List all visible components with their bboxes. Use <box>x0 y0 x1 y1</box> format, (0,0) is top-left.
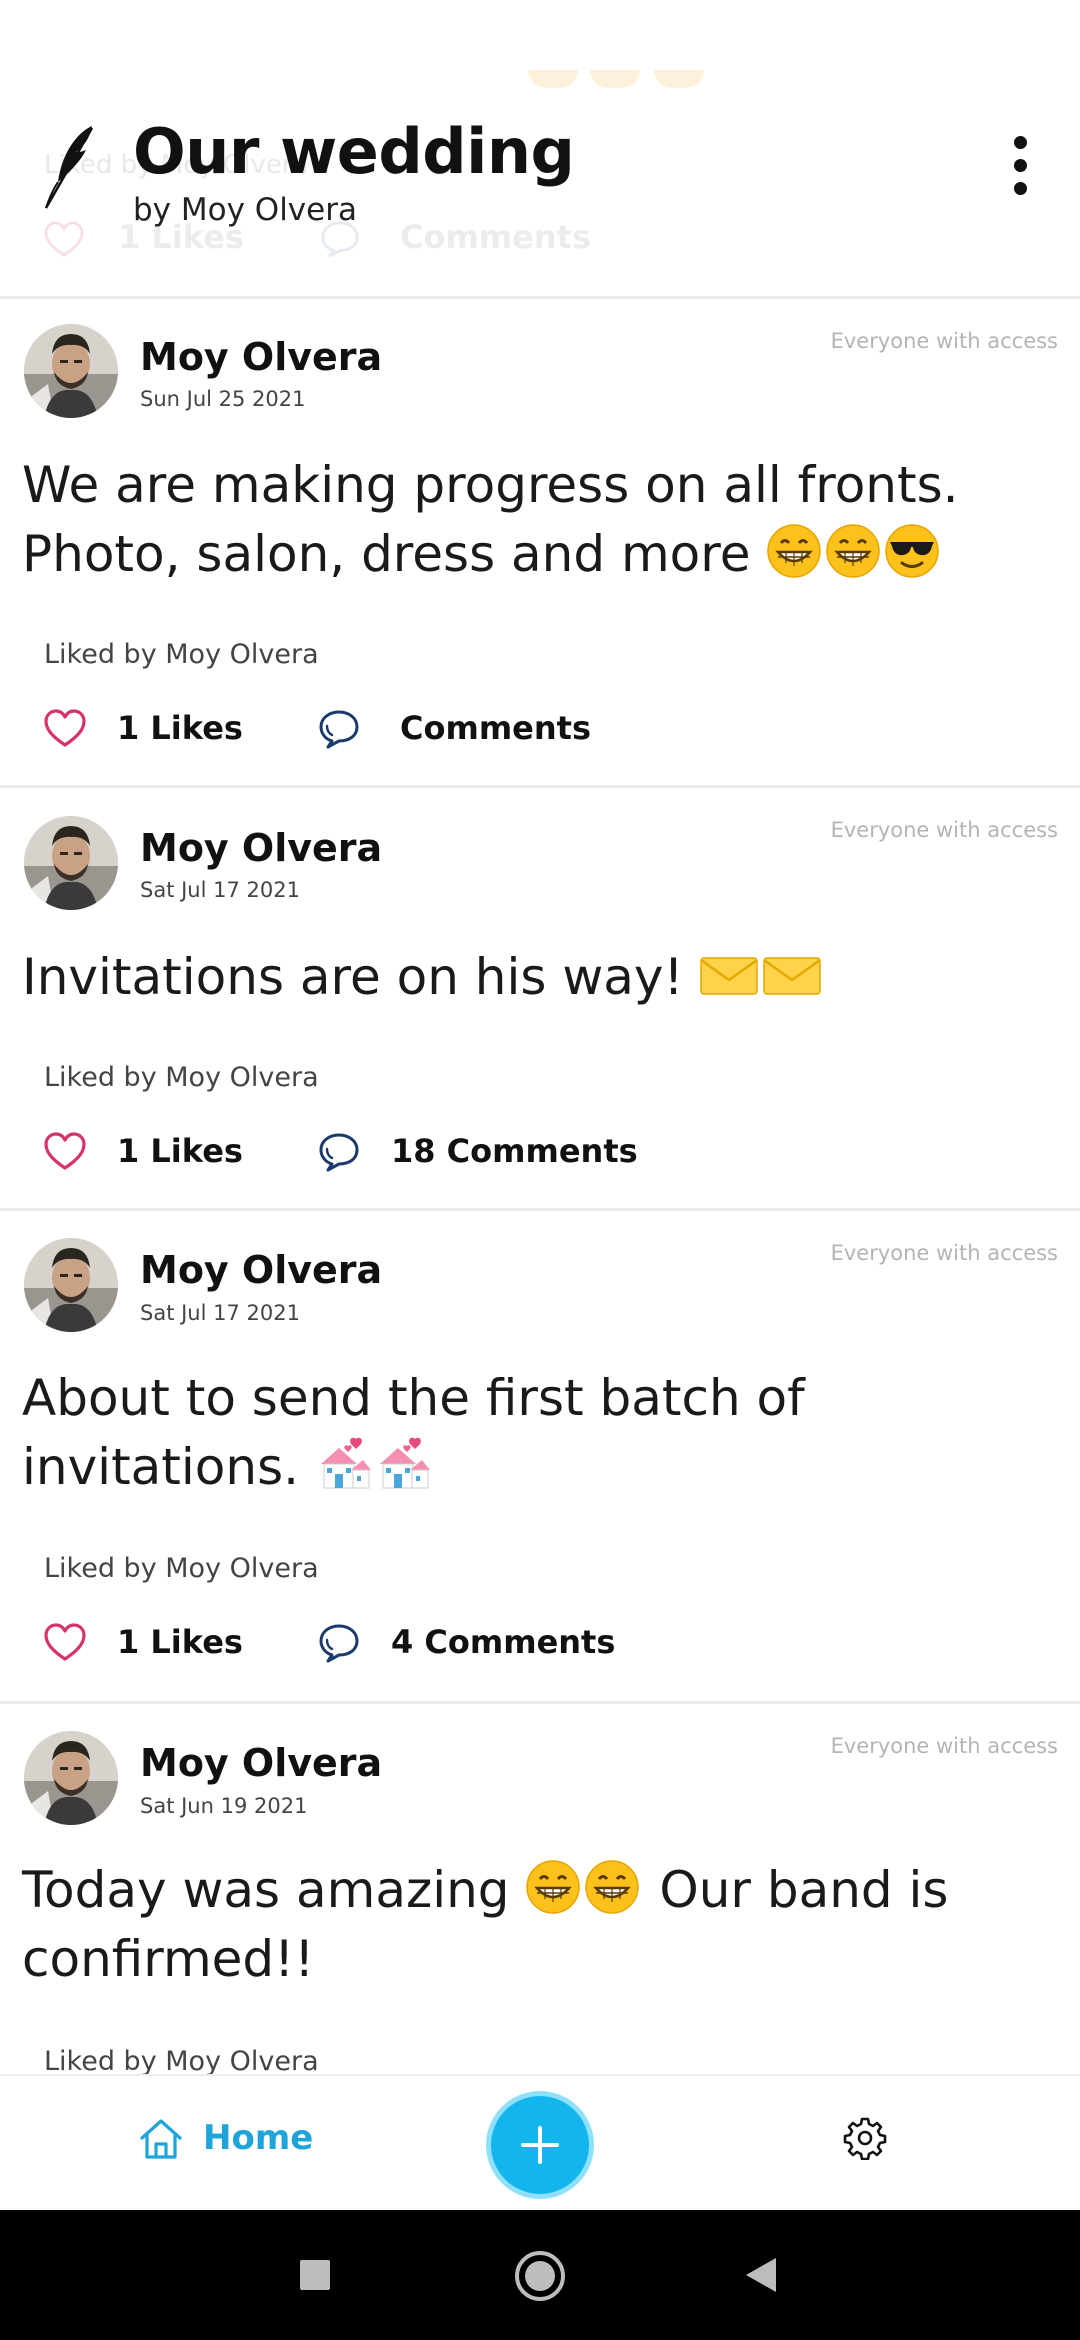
heart-icon[interactable] <box>44 1623 86 1663</box>
app-header: Liked by Moy Olvera 1 Likes Comments Our… <box>0 0 1080 299</box>
likes-count[interactable]: 1 Likes <box>117 709 243 747</box>
comment-icon[interactable] <box>318 707 362 751</box>
liked-by[interactable]: Liked by Moy Olvera <box>44 639 319 670</box>
heart-icon[interactable] <box>44 1132 86 1172</box>
avatar[interactable] <box>24 1731 118 1825</box>
post-body: Today was amazing Our band is confirmed!… <box>22 1856 1062 1994</box>
envelope-emoji-icon <box>699 954 759 998</box>
post-author[interactable]: Moy Olvera <box>140 826 382 870</box>
post-body: Invitations are on his way! <box>22 943 1062 1012</box>
system-nav-bar <box>0 2210 1080 2340</box>
post-actions: 1 Likes 18 Comments <box>0 1122 1080 1182</box>
post-text: Invitations are on his way! <box>22 948 684 1006</box>
post-visibility: Everyone with access <box>830 818 1058 842</box>
liked-by[interactable]: Liked by Moy Olvera <box>44 1062 319 1093</box>
post-actions: 1 Likes 4 Comments <box>0 1613 1080 1673</box>
comment-icon[interactable] <box>318 1621 362 1665</box>
avatar[interactable] <box>24 816 118 910</box>
comment-icon[interactable] <box>318 1130 362 1174</box>
wedding-chapel-emoji-icon <box>374 1436 430 1492</box>
liked-by[interactable]: Liked by Moy Olvera <box>44 2046 319 2074</box>
recent-apps-icon[interactable] <box>300 2260 330 2290</box>
envelope-emoji-icon <box>762 954 822 998</box>
post-date: Sun Jul 25 2021 <box>140 387 306 411</box>
home-tab-label[interactable]: Home <box>203 2118 313 2158</box>
post-date: Sat Jul 17 2021 <box>140 878 300 902</box>
more-options-icon[interactable] <box>1000 136 1040 208</box>
post-author[interactable]: Moy Olvera <box>140 1248 382 1292</box>
post-card: Moy Olvera Sun Jul 25 2021 Everyone with… <box>0 299 1080 788</box>
system-home-icon[interactable] <box>514 2250 566 2302</box>
post-author[interactable]: Moy Olvera <box>140 335 382 379</box>
avatar[interactable] <box>24 324 118 418</box>
grin-emoji-icon <box>825 523 881 579</box>
comments-link[interactable]: 18 Comments <box>391 1132 638 1170</box>
scrolled-emoji-fragment <box>590 70 640 88</box>
liked-by[interactable]: Liked by Moy Olvera <box>44 1553 319 1584</box>
scrolled-comments-label: Comments <box>400 218 591 256</box>
likes-count[interactable]: 1 Likes <box>117 1132 243 1170</box>
post-card: Moy Olvera Sat Jul 17 2021 Everyone with… <box>0 788 1080 1211</box>
home-icon[interactable] <box>138 2116 184 2162</box>
post-body: About to send the first batch of invitat… <box>22 1364 1062 1502</box>
page-byline: by Moy Olvera <box>133 192 357 228</box>
gear-icon[interactable] <box>843 2116 887 2160</box>
comments-link[interactable]: 4 Comments <box>391 1623 615 1661</box>
post-author[interactable]: Moy Olvera <box>140 1741 382 1785</box>
heart-icon[interactable] <box>44 709 86 749</box>
wedding-chapel-emoji-icon <box>315 1436 371 1492</box>
post-date: Sat Jun 19 2021 <box>140 1794 308 1818</box>
comments-link[interactable]: Comments <box>400 709 591 747</box>
post-card: Moy Olvera Sat Jun 19 2021 Everyone with… <box>0 1704 1080 2074</box>
add-post-button[interactable] <box>486 2091 594 2199</box>
plus-icon <box>521 2126 559 2164</box>
post-text-start: Today was amazing <box>22 1861 510 1919</box>
grin-emoji-icon <box>525 1859 581 1915</box>
back-icon[interactable] <box>744 2256 778 2294</box>
grin-emoji-icon <box>766 523 822 579</box>
grin-emoji-icon <box>584 1859 640 1915</box>
post-actions: 1 Likes Comments <box>0 699 1080 759</box>
feather-logo-icon <box>44 126 94 209</box>
post-visibility: Everyone with access <box>830 1734 1058 1758</box>
post-visibility: Everyone with access <box>830 329 1058 353</box>
scrolled-heart-icon <box>44 221 84 257</box>
sunglasses-emoji-icon <box>884 523 940 579</box>
post-visibility: Everyone with access <box>830 1241 1058 1265</box>
likes-count[interactable]: 1 Likes <box>117 1623 243 1661</box>
scrolled-emoji-fragment <box>528 70 578 88</box>
post-card: Moy Olvera Sat Jul 17 2021 Everyone with… <box>0 1211 1080 1704</box>
avatar[interactable] <box>24 1238 118 1332</box>
page-title: Our wedding <box>133 115 575 188</box>
scrolled-emoji-fragment <box>654 70 704 88</box>
bottom-nav: Home <box>0 2074 1080 2212</box>
post-date: Sat Jul 17 2021 <box>140 1301 300 1325</box>
post-body: We are making progress on all fronts. Ph… <box>22 451 1062 589</box>
